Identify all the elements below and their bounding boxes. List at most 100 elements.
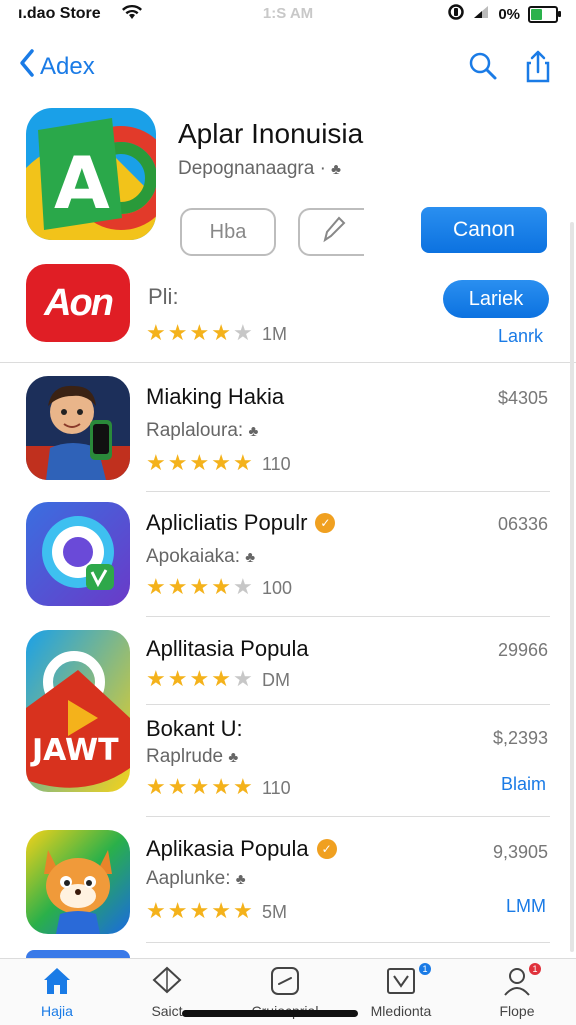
app-name: Aplicliatis Populr ✓ — [146, 510, 336, 536]
list-item[interactable]: Miaking Hakia Raplaloura: ♣ $4305 ★ ★ ★ ★ ★ … — [0, 374, 576, 490]
rating-count: 100 — [262, 578, 293, 598]
app-name-text: Aplicliatis Populr — [146, 510, 308, 535]
media-icon — [385, 965, 417, 997]
star-icon: ★ — [167, 450, 188, 475]
star-icon: ★ — [146, 320, 166, 345]
star-icon: ★ — [146, 574, 166, 599]
star-icon: ★ — [167, 666, 188, 691]
app-subtitle-text: Raplaloura: — [146, 420, 244, 441]
rating-count: 110 — [262, 454, 291, 474]
star-icon: ★ — [146, 666, 166, 691]
age-rating-icon: ♣ — [245, 549, 256, 566]
list-divider — [146, 491, 550, 492]
list-item[interactable]: Aplicliatis Populr ✓ Apokaiaka: ♣ 06336 ★… — [0, 500, 576, 616]
age-rating-icon: ♣ — [331, 161, 342, 178]
star-icon: ★ — [211, 774, 231, 799]
app-price: 06336 — [497, 514, 548, 534]
back-button[interactable]: Adex — [18, 48, 95, 85]
chevron-left-icon — [18, 48, 36, 85]
app-action-link[interactable]: Blaim — [501, 774, 546, 795]
promoted-app-row[interactable]: Aon Pli: Lariek ★ ★ ★ ★ ★ 1M Lanrk — [0, 262, 576, 362]
battery-level-fill — [531, 8, 542, 20]
alarm-icon — [448, 4, 465, 24]
rating-count: 1M — [262, 324, 288, 344]
star-icon: ★ — [189, 774, 210, 799]
star-icon: ★ — [211, 450, 231, 475]
star-icon: ★ — [232, 898, 253, 923]
star-icon: ★ — [146, 774, 166, 799]
tab-label: Flope — [499, 1003, 535, 1019]
app-name-text: Miaking Hakia — [146, 384, 285, 409]
star-rating: ★ ★ ★ ★ ★ — [146, 776, 253, 798]
star-icon: ★ — [232, 774, 253, 799]
star-icon: ★ — [167, 898, 188, 923]
app-name: Aplikasia Popula ✓ — [146, 836, 337, 862]
app-price: 9,3905 — [492, 842, 548, 862]
app-icon-boy — [26, 376, 130, 480]
app-label: Pli: — [148, 284, 179, 309]
section-divider — [0, 362, 576, 363]
app-action-link[interactable]: LMM — [506, 896, 546, 917]
pen-icon — [317, 214, 347, 250]
list-divider — [146, 942, 550, 943]
app-icon-large[interactable]: A — [26, 108, 156, 240]
partial-app-icon — [26, 950, 130, 958]
app-subtitle: Raplaloura: ♣ — [146, 420, 258, 442]
age-rating-icon: ♣ — [235, 871, 246, 888]
star-rating: ★ ★ ★ ★ ★ — [146, 668, 253, 690]
list-item[interactable]: Bokant U: Raplrude ♣ $,2393 Blaim ★ ★ ★ ★ ★ … — [0, 710, 576, 816]
star-icon: ★ — [211, 666, 231, 691]
age-rating-icon: ♣ — [248, 423, 259, 440]
star-icon: ★ — [167, 574, 188, 599]
app-price: $4305 — [497, 388, 548, 408]
scrollbar[interactable] — [570, 222, 574, 952]
app-price: 29966 — [497, 640, 548, 660]
tab-home[interactable]: Hajia — [7, 959, 107, 1025]
star-icon: ★ — [211, 898, 231, 923]
star-icon: ★ — [146, 450, 166, 475]
battery-percent: 0% — [498, 5, 520, 23]
home-indicator[interactable] — [182, 1010, 358, 1017]
notification-badge: 1 — [529, 963, 541, 975]
search-icon[interactable] — [464, 48, 500, 84]
star-icon: ★ — [189, 666, 210, 691]
tab-media[interactable]: 1 Mledionta — [351, 959, 451, 1025]
secondary-button-label: Hba — [209, 220, 247, 243]
app-title: Aplar Inonuisia — [178, 118, 364, 149]
star-icon: ★ — [232, 450, 253, 475]
star-icon: ★ — [232, 666, 253, 691]
secondary-button[interactable]: Hba — [180, 208, 276, 256]
app-subtitle: Raplrude ♣ — [146, 746, 238, 768]
edit-button[interactable] — [298, 208, 364, 256]
learn-more-link[interactable]: Lanrk — [498, 326, 543, 347]
svg-text:A: A — [54, 141, 110, 225]
star-icon: ★ — [211, 574, 231, 599]
primary-action-label: Canon — [453, 218, 515, 241]
share-icon[interactable] — [520, 48, 556, 84]
list-divider — [146, 816, 550, 817]
home-icon — [41, 965, 73, 997]
primary-action-button[interactable]: Canon — [421, 207, 547, 253]
status-bar: ı.dao Store 1:S AM 0% — [0, 0, 576, 30]
app-name: Bokant U: — [146, 716, 243, 742]
tab-profile[interactable]: 1 Flope — [467, 959, 567, 1025]
verified-badge-icon: ✓ — [316, 839, 337, 859]
navigation-bar: Adex — [0, 40, 576, 94]
app-name-text: Aplikasia Popula — [146, 836, 309, 861]
app-icon-logo-text: Aon — [44, 281, 114, 324]
star-rating: ★ ★ ★ ★ ★ — [146, 452, 253, 474]
get-button[interactable]: Lariek — [443, 280, 549, 318]
get-button-label: Lariek — [468, 287, 524, 310]
notification-badge: 1 — [419, 963, 431, 975]
star-icon: ★ — [146, 898, 166, 923]
verified-badge-icon: ✓ — [315, 513, 336, 533]
app-subtitle: Apokaiaka: ♣ — [146, 546, 255, 568]
star-rating: ★ ★ ★ ★ ★ — [146, 900, 253, 922]
star-icon: ★ — [167, 774, 188, 799]
featured-app: A Aplar Inonuisia Depognanaagra · ♣ Hba … — [0, 100, 576, 260]
list-item[interactable]: Aplikasia Popula ✓ Aaplunke: ♣ 9,3905 LMM… — [0, 828, 576, 940]
rating-count: 110 — [262, 778, 291, 798]
star-icon: ★ — [232, 574, 253, 599]
list-divider — [146, 704, 550, 705]
tab-label: Mledionta — [370, 1003, 432, 1019]
